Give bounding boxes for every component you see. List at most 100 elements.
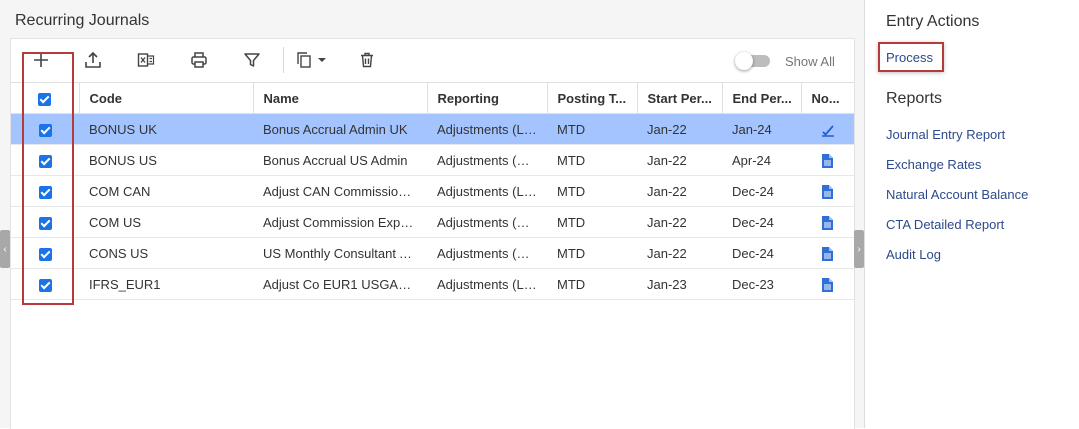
row-checkbox[interactable] — [38, 123, 52, 137]
cell-reporting: Adjustments (CC) — [427, 144, 547, 176]
report-link[interactable]: Audit Log — [886, 247, 941, 262]
select-all-header — [11, 82, 80, 114]
show-all-toggle[interactable] — [735, 52, 770, 70]
cell-name: Bonus Accrual Admin UK — [253, 113, 427, 145]
cell-posting: MTD — [547, 206, 637, 238]
delete-icon — [361, 52, 373, 68]
cell-reporting: Adjustments (LC) — [427, 113, 547, 145]
add-button[interactable] — [29, 48, 53, 72]
cell-notes — [801, 113, 854, 145]
table-row[interactable]: BONUS US Bonus Accrual US Admin Adjustment… — [11, 144, 854, 176]
cell-notes — [801, 268, 854, 300]
cell-start: Jan-23 — [637, 268, 722, 300]
process-link[interactable]: Process — [886, 50, 933, 65]
cell-start: Jan-22 — [637, 144, 722, 176]
toolbar-separator — [283, 47, 284, 73]
show-all-label: Show All — [785, 54, 835, 69]
row-checkbox[interactable] — [38, 216, 52, 230]
excel-button[interactable] — [134, 48, 158, 72]
table-row[interactable]: CONS US US Monthly Consultant A... Adjustm… — [11, 237, 854, 269]
table-row[interactable]: COM US Adjust Commission Expen... Adjustme… — [11, 206, 854, 238]
document-icon[interactable] — [822, 277, 833, 292]
cell-name: Adjust CAN Commission E... — [253, 175, 427, 207]
row-checkbox[interactable] — [38, 185, 52, 199]
column-header-notes[interactable]: No... — [801, 82, 854, 114]
column-header-end-period[interactable]: End Per... — [722, 82, 802, 114]
cell-reporting: Adjustments (LC) — [427, 268, 547, 300]
cell-name: Adjust Commission Expen... — [253, 206, 427, 238]
actions-sidebar: Entry Actions Process Reports Journal En… — [865, 0, 1079, 428]
edit-note-icon[interactable] — [821, 123, 835, 137]
column-header-posting-type[interactable]: Posting T... — [547, 82, 638, 114]
column-header-name[interactable]: Name — [253, 82, 428, 114]
table-row[interactable]: IFRS_EUR1 Adjust Co EUR1 USGAAP t... Adjus… — [11, 268, 854, 300]
right-collapse-handle[interactable]: › — [854, 230, 864, 268]
table-header-row: Code Name Reporting Posting T... Start P… — [11, 82, 854, 114]
cell-end: Dec-23 — [722, 268, 801, 300]
chevron-right-icon: › — [857, 243, 861, 255]
cell-start: Jan-22 — [637, 237, 722, 269]
cell-code: IFRS_EUR1 — [79, 268, 253, 300]
cell-notes — [801, 237, 854, 269]
cell-end: Jan-24 — [722, 113, 801, 145]
cell-posting: MTD — [547, 237, 637, 269]
print-button[interactable] — [187, 48, 211, 72]
cell-code: COM CAN — [79, 175, 253, 207]
report-link[interactable]: Exchange Rates — [886, 157, 981, 172]
journals-table: Code Name Reporting Posting T... Start P… — [11, 82, 854, 300]
table-row[interactable]: BONUS UK Bonus Accrual Admin UK Adjustment… — [11, 113, 854, 145]
cell-posting: MTD — [547, 268, 637, 300]
copy-dropdown-icon — [297, 52, 326, 68]
report-link[interactable]: Journal Entry Report — [886, 127, 1005, 142]
cell-code: BONUS US — [79, 144, 253, 176]
export-button[interactable] — [81, 48, 105, 72]
column-header-reporting[interactable]: Reporting — [427, 82, 548, 114]
cell-start: Jan-22 — [637, 206, 722, 238]
cell-code: CONS US — [79, 237, 253, 269]
cell-name: US Monthly Consultant A... — [253, 237, 427, 269]
report-link[interactable]: CTA Detailed Report — [886, 217, 1004, 232]
cell-end: Dec-24 — [722, 206, 801, 238]
filter-icon — [244, 53, 260, 67]
toggle-knob — [735, 52, 753, 70]
row-checkbox[interactable] — [38, 278, 52, 292]
cell-reporting: Adjustments (LC) — [427, 175, 547, 207]
row-select-cell — [11, 175, 79, 207]
row-select-cell — [11, 206, 79, 238]
row-select-cell — [11, 144, 79, 176]
cell-posting: MTD — [547, 144, 637, 176]
row-select-cell — [11, 113, 79, 145]
cell-posting: MTD — [547, 175, 637, 207]
report-link[interactable]: Natural Account Balance — [886, 187, 1028, 202]
cell-end: Apr-24 — [722, 144, 801, 176]
cell-end: Dec-24 — [722, 237, 801, 269]
row-select-cell — [11, 268, 79, 300]
document-icon[interactable] — [822, 184, 833, 199]
cell-code: BONUS UK — [79, 113, 253, 145]
filter-button[interactable] — [240, 48, 264, 72]
delete-button[interactable] — [355, 48, 379, 72]
page-title: Recurring Journals — [15, 12, 150, 29]
document-icon[interactable] — [822, 153, 833, 168]
left-collapse-handle[interactable]: ‹ — [0, 230, 10, 268]
excel-icon — [137, 53, 155, 67]
document-icon[interactable] — [822, 246, 833, 261]
column-header-start-period[interactable]: Start Per... — [637, 82, 723, 114]
grid-toolbar: Show All — [11, 39, 854, 82]
row-checkbox[interactable] — [38, 247, 52, 261]
cell-end: Dec-24 — [722, 175, 801, 207]
cell-code: COM US — [79, 206, 253, 238]
document-icon[interactable] — [822, 215, 833, 230]
row-checkbox[interactable] — [38, 154, 52, 168]
select-all-checkbox[interactable] — [38, 92, 52, 106]
cell-reporting: Adjustments (CC) — [427, 206, 547, 238]
add-icon — [34, 53, 48, 67]
cell-notes — [801, 144, 854, 176]
cell-notes — [801, 175, 854, 207]
column-header-code[interactable]: Code — [79, 82, 254, 114]
table-row[interactable]: COM CAN Adjust CAN Commission E... Adjustm… — [11, 175, 854, 207]
copy-dropdown-button[interactable] — [295, 48, 331, 72]
journals-grid-card: Show All Code Name Reporting Posting T..… — [10, 38, 855, 429]
cell-start: Jan-22 — [637, 113, 722, 145]
cell-notes — [801, 206, 854, 238]
